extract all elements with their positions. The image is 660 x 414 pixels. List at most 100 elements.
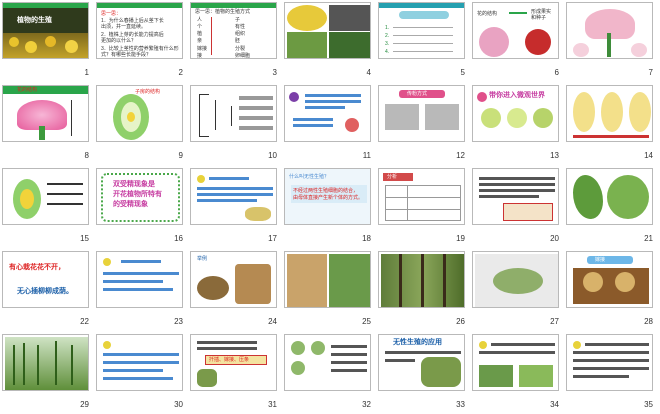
slide-text: 人 xyxy=(197,17,203,23)
slide-number: 33 xyxy=(456,400,465,409)
slide-thumbnail[interactable]: 什么叫无性生殖？ 不经过两性生殖细胞的结合， 由母体直接产生新个体的方式。 18 xyxy=(284,168,373,247)
slide-thumbnail[interactable]: 23 xyxy=(96,251,185,330)
slide-number: 19 xyxy=(456,234,465,243)
slide-thumbnail[interactable]: 思一思：植物的生殖方式 人 个 植 亲 嫁接 接 子 有性 组织 胚 分裂 卵细… xyxy=(190,2,279,81)
slide-thumbnail[interactable]: 25 xyxy=(284,251,373,330)
slide-image xyxy=(284,2,371,59)
slide-text: 出须，并一直延续。 xyxy=(101,24,147,30)
slide-thumbnail[interactable]: 1. 2. 3. 4. 5 xyxy=(378,2,467,81)
slide-image: 嫁接 xyxy=(566,251,653,308)
slide-text: 无性生殖的应用 xyxy=(393,339,442,346)
slide-thumbnail[interactable]: 7 xyxy=(566,2,655,81)
slide-image xyxy=(96,334,183,391)
slide-thumbnail[interactable]: 植物的生殖 1 xyxy=(2,2,91,81)
slide-thumbnail[interactable]: 传粉方式 12 xyxy=(378,85,467,164)
slide-image xyxy=(2,168,89,225)
slide-text: 什么叫无性生殖？ xyxy=(289,174,330,180)
slide-number: 26 xyxy=(456,317,465,326)
slide-thumbnail[interactable]: 扦插、嫁接、压条 31 xyxy=(190,334,279,413)
slide-number: 11 xyxy=(362,151,371,160)
slide-image xyxy=(284,85,371,142)
slide-number: 12 xyxy=(456,151,465,160)
slide-text: 1. xyxy=(385,25,390,31)
slide-thumbnail[interactable]: 举例 24 xyxy=(190,251,279,330)
slide-number: 14 xyxy=(644,151,653,160)
slide-number: 2 xyxy=(178,68,183,77)
slide-text: 无心插柳柳成荫。 xyxy=(17,288,73,295)
slide-number: 13 xyxy=(550,151,559,160)
slide-image: 什么叫无性生殖？ 不经过两性生殖细胞的结合， 由母体直接产生新个体的方式。 xyxy=(284,168,371,225)
slide-text: 有性 xyxy=(235,24,246,30)
slide-thumbnail[interactable]: 17 xyxy=(190,168,279,247)
slide-thumbnail[interactable]: 30 xyxy=(96,334,185,413)
slide-number: 18 xyxy=(362,234,371,243)
slide-text: 双受精现象是 xyxy=(113,181,155,188)
slide-image: 思一思： 1．为什么春播上后从茎下长 出须，并一直延续。 2．植株上芽的长能力提… xyxy=(96,2,183,59)
slide-thumbnail[interactable]: 花的结构 形成果实 和种子 6 xyxy=(472,2,561,81)
slide-text: 举例 xyxy=(197,256,208,262)
slide-number: 24 xyxy=(268,317,277,326)
slide-thumbnail[interactable]: 花的结构 8 xyxy=(2,85,91,164)
slide-text: 思一思： xyxy=(101,11,122,17)
slide-thumbnail[interactable]: 20 xyxy=(472,168,561,247)
slide-number: 3 xyxy=(272,68,277,77)
slide-thumbnail[interactable]: 11 xyxy=(284,85,373,164)
slide-image: 传粉方式 xyxy=(378,85,465,142)
slide-thumbnail[interactable]: 10 xyxy=(190,85,279,164)
slide-text: 个 xyxy=(197,24,203,30)
slide-image xyxy=(96,251,183,308)
slide-number: 30 xyxy=(174,400,183,409)
slide-number: 35 xyxy=(644,400,653,409)
slide-thumbnail[interactable]: 26 xyxy=(378,251,467,330)
slide-thumbnail[interactable]: 有心栽花花不开， 无心插柳柳成荫。 22 xyxy=(2,251,91,330)
slide-number: 9 xyxy=(178,151,183,160)
slide-image: 分析 xyxy=(378,168,465,225)
slide-number: 7 xyxy=(648,68,653,77)
slide-text: 式？有哪些长能手段？ xyxy=(101,52,152,58)
slide-image: 子房的结构 xyxy=(96,85,183,142)
slide-text: 带你进入微观世界 xyxy=(489,92,545,99)
slide-text: 3. xyxy=(385,41,390,47)
slide-number: 32 xyxy=(362,400,371,409)
slide-text: 分裂 xyxy=(235,46,246,52)
slide-thumbnail[interactable]: 分析 19 xyxy=(378,168,467,247)
slide-thumbnail[interactable]: 34 xyxy=(472,334,561,413)
slide-number: 28 xyxy=(644,317,653,326)
slide-image xyxy=(190,85,277,142)
slide-thumbnail[interactable]: 双受精现象是 开花植物所特有 的受精现象 16 xyxy=(96,168,185,247)
slide-text: 有心栽花花不开， xyxy=(9,264,65,271)
slide-thumbnail[interactable]: 4 xyxy=(284,2,373,81)
slide-thumbnail[interactable]: 35 xyxy=(566,334,655,413)
slide-thumbnail[interactable]: 子房的结构 9 xyxy=(96,85,185,164)
slide-image xyxy=(566,334,653,391)
slide-text: 更加的以什么？ xyxy=(101,38,137,44)
slide-text: 思一思：植物的生殖方式 xyxy=(195,9,251,15)
slide-thumbnail[interactable]: 14 xyxy=(566,85,655,164)
slide-thumbnail[interactable]: 21 xyxy=(566,168,655,247)
slide-text: 胚 xyxy=(235,38,241,44)
slide-thumbnail[interactable]: 带你进入微观世界 13 xyxy=(472,85,561,164)
slide-number: 22 xyxy=(80,317,89,326)
slide-text: 花的结构 xyxy=(477,11,498,17)
slide-image: 举例 xyxy=(190,251,277,308)
slide-thumbnail[interactable]: 思一思： 1．为什么春播上后从茎下长 出须，并一直延续。 2．植株上芽的长能力提… xyxy=(96,2,185,81)
slide-number: 16 xyxy=(174,234,183,243)
slide-image: 花的结构 xyxy=(2,85,89,142)
slide-thumbnail[interactable]: 15 xyxy=(2,168,91,247)
slide-thumbnail[interactable]: 32 xyxy=(284,334,373,413)
slide-text: 和种子 xyxy=(531,15,547,21)
slide-thumbnail[interactable]: 嫁接 28 xyxy=(566,251,655,330)
slide-text: 由母体直接产生新个体的方式。 xyxy=(293,195,364,201)
slide-image xyxy=(472,251,559,308)
slide-thumbnail[interactable]: 29 xyxy=(2,334,91,413)
slide-image xyxy=(2,334,89,391)
slide-number: 29 xyxy=(80,400,89,409)
slide-thumbnail[interactable]: 27 xyxy=(472,251,561,330)
slide-number: 8 xyxy=(84,151,89,160)
slide-number: 31 xyxy=(268,400,277,409)
slide-sorter-grid: 植物的生殖 1 思一思： 1．为什么春播上后从茎下长 出须，并一直延续。 2．植… xyxy=(0,0,660,414)
slide-text: 2. xyxy=(385,33,390,39)
slide-thumbnail[interactable]: 无性生殖的应用 33 xyxy=(378,334,467,413)
slide-number: 5 xyxy=(460,68,465,77)
slide-number: 20 xyxy=(550,234,559,243)
